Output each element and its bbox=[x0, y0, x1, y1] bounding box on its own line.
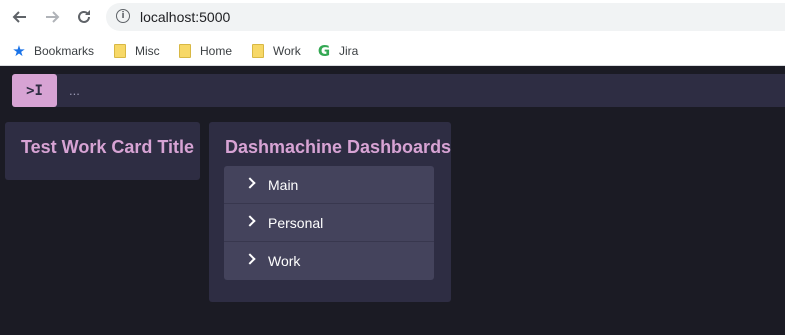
forward-arrow-icon[interactable] bbox=[41, 6, 63, 28]
list-item-main[interactable]: Main bbox=[224, 166, 434, 204]
bookmarks-bar: ★ Bookmarks Misc Home Work G Jira bbox=[0, 36, 785, 66]
list-item-work[interactable]: Work bbox=[224, 242, 434, 280]
list-item-label: Main bbox=[268, 177, 299, 193]
reload-icon[interactable] bbox=[73, 6, 95, 28]
chevron-right-icon bbox=[244, 215, 256, 227]
address-url[interactable]: localhost:5000 bbox=[140, 9, 230, 25]
folder-icon bbox=[178, 44, 192, 58]
breadcrumb: ... bbox=[69, 83, 80, 98]
card-title: Test Work Card Title bbox=[21, 137, 195, 157]
bookmark-bookmarks[interactable]: ★ Bookmarks bbox=[12, 41, 94, 61]
chevron-right-icon bbox=[244, 177, 256, 189]
star-icon: ★ bbox=[12, 42, 26, 60]
list-item-label: Personal bbox=[268, 215, 324, 231]
bookmark-misc[interactable]: Misc bbox=[113, 41, 160, 61]
info-icon[interactable]: i bbox=[116, 9, 130, 23]
folder-icon bbox=[113, 44, 127, 58]
list-item-label: Work bbox=[268, 253, 301, 269]
bookmark-home[interactable]: Home bbox=[178, 41, 232, 61]
bookmark-label: Jira bbox=[339, 44, 359, 58]
bookmark-label: Home bbox=[200, 44, 233, 58]
folder-icon bbox=[251, 44, 265, 58]
dashboards-list: Main Personal Work bbox=[224, 166, 434, 280]
app-top-bar: >I ... bbox=[0, 67, 785, 115]
list-item-personal[interactable]: Personal bbox=[224, 204, 434, 242]
sidebar-toggle-button[interactable]: >I bbox=[12, 74, 57, 107]
bookmark-jira[interactable]: G Jira bbox=[317, 41, 359, 61]
chevron-right-icon bbox=[244, 253, 256, 265]
back-arrow-icon[interactable] bbox=[9, 6, 31, 28]
address-bar[interactable]: i localhost:5000 bbox=[106, 3, 785, 31]
bookmark-label: Work bbox=[273, 44, 301, 58]
bookmark-label: Bookmarks bbox=[34, 44, 95, 58]
app-header: >I ... bbox=[12, 74, 785, 107]
card-title: Dashmachine Dashboards bbox=[225, 137, 452, 157]
sidebar-toggle-icon: >I bbox=[26, 82, 43, 99]
browser-toolbar: i localhost:5000 bbox=[0, 0, 785, 36]
bookmark-label: Misc bbox=[135, 44, 160, 58]
g-icon: G bbox=[317, 42, 331, 60]
test-work-card: Test Work Card Title bbox=[5, 122, 200, 180]
bookmark-work[interactable]: Work bbox=[251, 41, 301, 61]
dashboards-card: Dashmachine Dashboards Main Personal Wor… bbox=[209, 122, 451, 302]
